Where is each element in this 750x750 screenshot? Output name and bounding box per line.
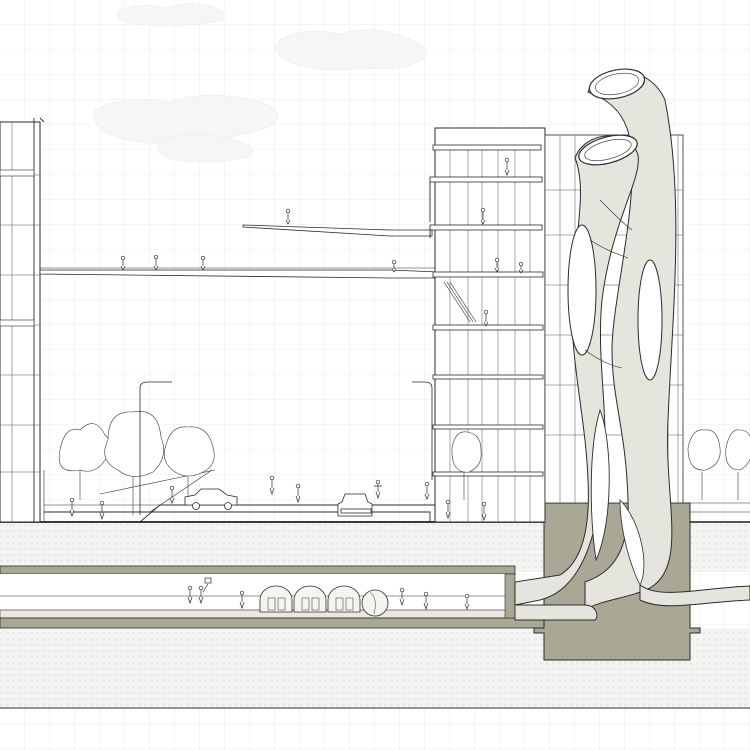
underground-tunnel	[0, 565, 546, 629]
tunnel-floor-slab	[0, 609, 516, 619]
pod	[259, 585, 293, 613]
tower-building	[429, 127, 546, 523]
pod	[327, 585, 361, 613]
tube-opening	[567, 224, 597, 356]
pod	[293, 585, 327, 613]
section-drawing	[0, 0, 750, 750]
pod-front	[361, 589, 389, 617]
section-canvas	[0, 0, 750, 750]
tube-tunnel-left	[514, 604, 598, 621]
tunnel-base	[0, 617, 546, 629]
left-building	[0, 117, 45, 523]
tunnel-end-wall	[504, 573, 516, 619]
tunnel-ceiling-slab	[0, 565, 516, 575]
tube-opening	[637, 259, 663, 381]
cloud	[116, 3, 227, 26]
